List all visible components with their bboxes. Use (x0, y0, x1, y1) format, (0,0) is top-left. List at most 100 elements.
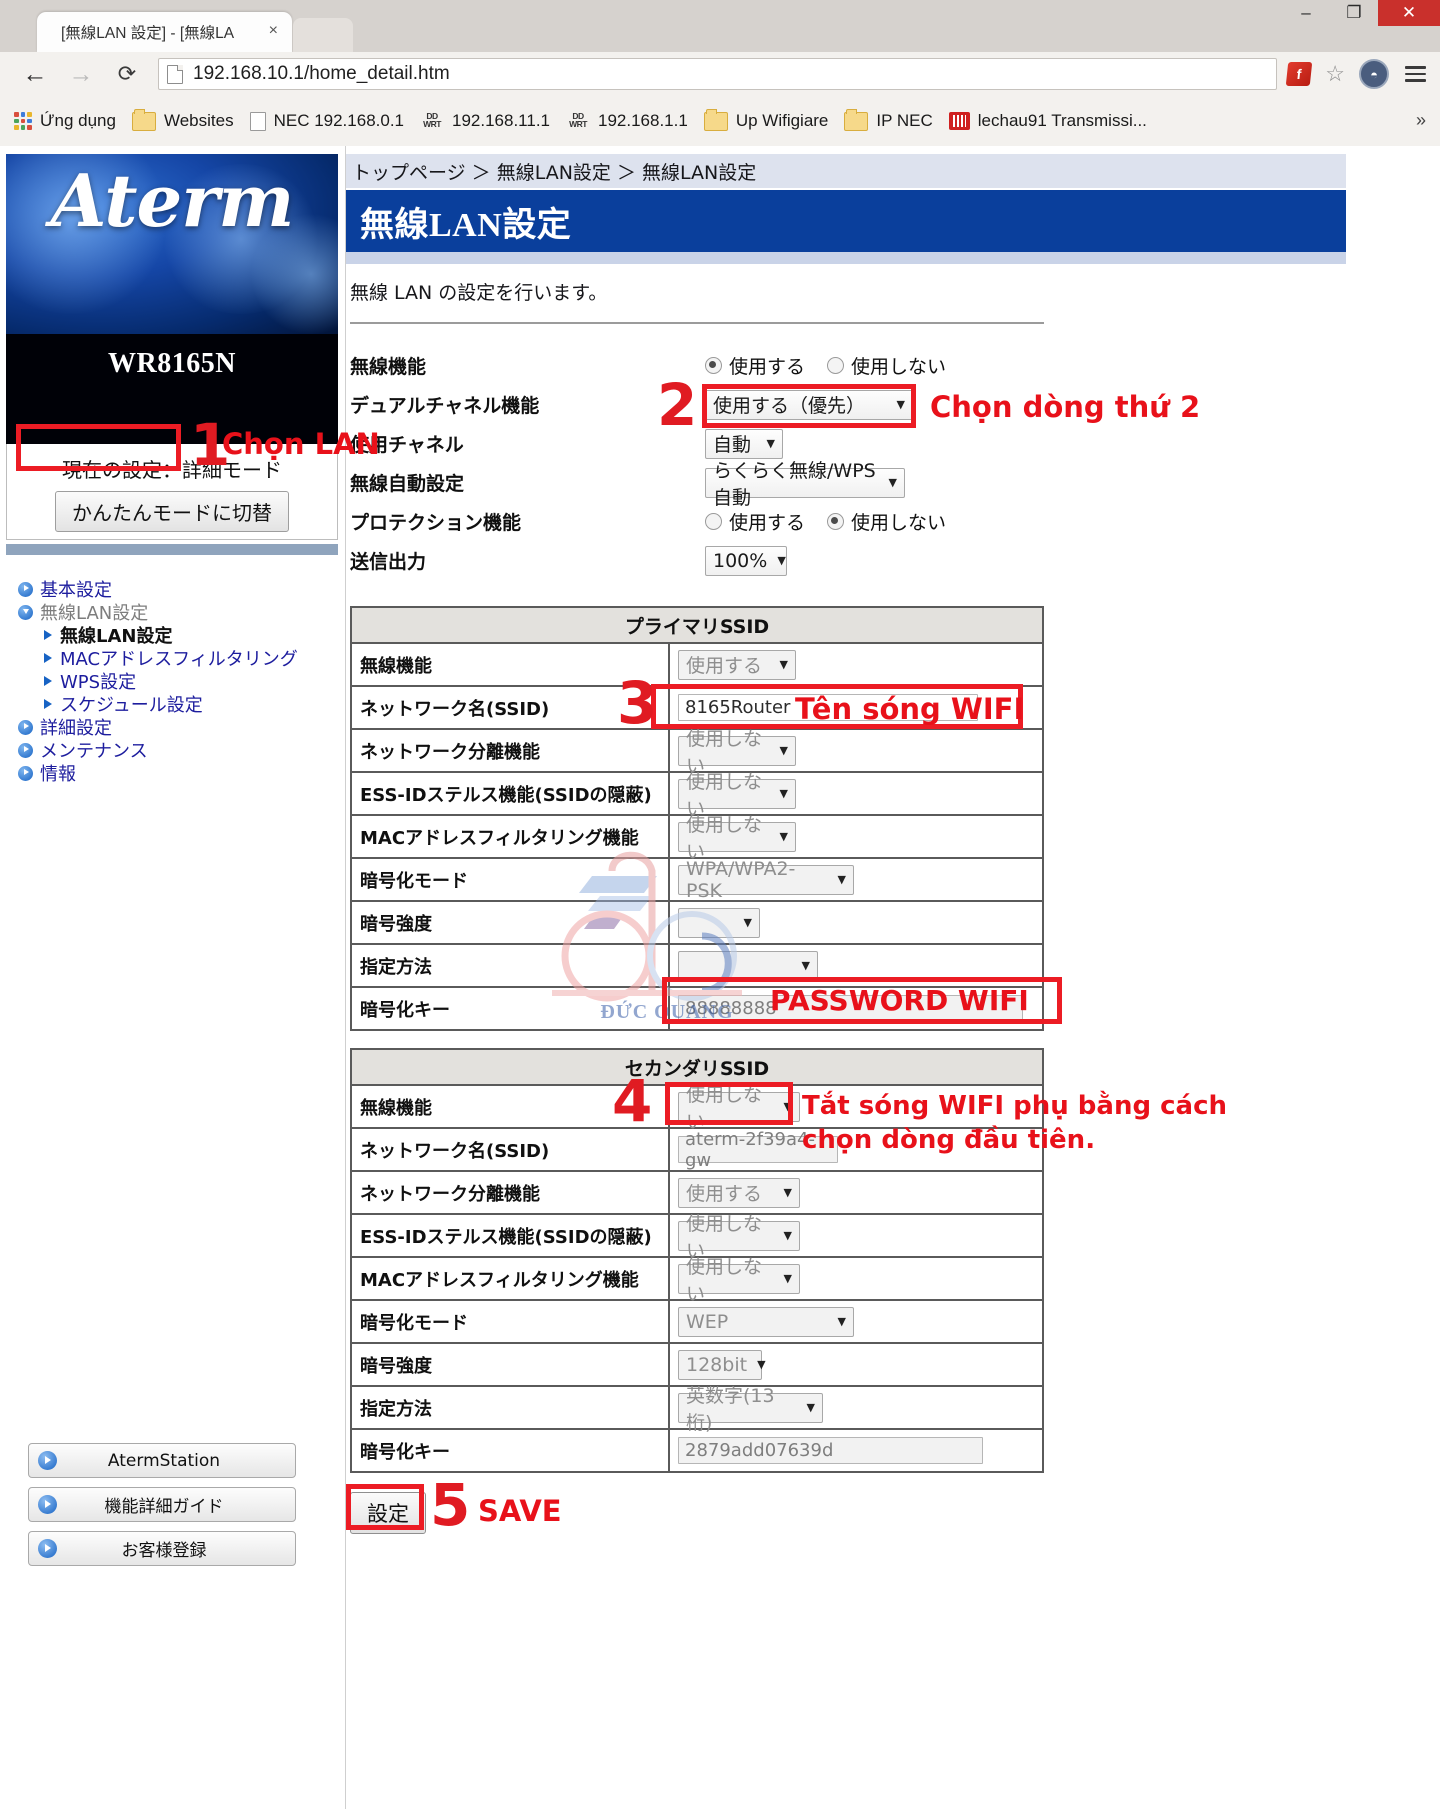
flash-icon[interactable]: f (1286, 62, 1313, 86)
table-row: 暗号化キー 2879add07639d (352, 1430, 1042, 1471)
new-tab-button[interactable] (293, 18, 353, 52)
secondary-encryption-mode-select[interactable]: WEP ▼ (678, 1306, 854, 1337)
bookmark-star-icon[interactable]: ☆ (1325, 61, 1345, 87)
setting-row-auto-setup: 無線自動設定 らくらく無線/WPS自動 ▼ (350, 460, 1250, 509)
row-control: 使用しない ▼ (670, 1213, 1042, 1262)
bookmark-label: Ứng dụng (40, 111, 116, 130)
auto-setup-select[interactable]: らくらく無線/WPS自動 ▼ (705, 460, 905, 509)
switch-mode-button[interactable]: かんたんモードに切替 (55, 491, 289, 532)
setting-row-wireless-function: 無線機能 使用する 使用しない (350, 346, 1250, 385)
bookmark-label: 192.168.11.1 (452, 111, 550, 130)
customer-registration-button[interactable]: お客様登録 (28, 1531, 296, 1566)
radio-not-use[interactable] (827, 357, 845, 374)
chevron-down-icon: ▼ (801, 959, 810, 972)
user-avatar-icon[interactable]: ◓ (1359, 59, 1389, 89)
primary-mac-filter-select[interactable]: 使用しない ▼ (678, 814, 796, 863)
radio-use[interactable] (705, 513, 722, 530)
primary-wireless-select[interactable]: 使用する ▼ (678, 649, 796, 680)
chevron-down-icon: ▼ (783, 1100, 792, 1113)
primary-stealth-select[interactable]: 使用しない ▼ (678, 771, 796, 820)
channel-select[interactable]: 自動 ▼ (705, 428, 783, 459)
bookmark-ddwrt-1[interactable]: DD WRT 192.168.1.1 (566, 111, 688, 131)
chevron-down-icon: ▼ (837, 1315, 846, 1328)
page-title-bar: 無線LAN設定 (346, 190, 1346, 252)
chevron-down-icon: ▼ (743, 916, 752, 929)
bookmark-websites[interactable]: Websites (131, 108, 234, 131)
row-label: ESS-IDステルス機能(SSIDの隠蔽) (352, 1215, 670, 1256)
primary-encryption-strength-select[interactable]: ▼ (678, 907, 760, 938)
secondary-encryption-strength-select[interactable]: 128bit ▼ (678, 1349, 766, 1380)
bookmark-up-wifigiare[interactable]: Up Wifigiare (703, 108, 828, 131)
secondary-encryption-key-input[interactable]: 2879add07639d (678, 1437, 983, 1464)
chevron-right-icon (18, 581, 33, 597)
save-button[interactable]: 設定 (350, 1492, 426, 1534)
secondary-mac-filter-select[interactable]: 使用しない ▼ (678, 1256, 800, 1305)
menu-icon[interactable] (1403, 64, 1428, 84)
select-value: らくらく無線/WPS自動 (713, 459, 876, 509)
sidebar-item-maintenance[interactable]: メンテナンス (18, 739, 348, 762)
minimize-button[interactable]: – (1282, 0, 1330, 26)
tab-close-icon[interactable]: × (269, 22, 278, 40)
sidebar-item-wireless-lan-group[interactable]: 無線LAN設定 (18, 601, 348, 624)
bookmark-ddwrt-11[interactable]: DD WRT 192.168.11.1 (420, 111, 550, 131)
close-button[interactable]: ✕ (1378, 0, 1440, 26)
browser-tab[interactable]: [無線LAN 設定] - [無線LA × (37, 12, 292, 52)
back-icon[interactable]: ← (12, 52, 58, 96)
radio-label-not-use: 使用しない (851, 512, 947, 534)
secondary-wireless-select[interactable]: 使用しない ▼ (678, 1084, 800, 1133)
primary-ssid-table: プライマリSSID 無線機能 使用する ▼ ネットワーク名(SSID) 8165… (350, 606, 1044, 1031)
sidebar-item-wps[interactable]: WPS設定 (18, 670, 348, 693)
bookmark-apps[interactable]: Ứng dụng (14, 111, 116, 131)
radio-use[interactable] (705, 357, 722, 374)
table-row: 無線機能 使用する ▼ (352, 644, 1042, 687)
chevron-down-icon: ▼ (779, 744, 788, 757)
row-label: ネットワーク分離機能 (352, 1172, 670, 1213)
chevron-down-icon: ▼ (779, 830, 788, 843)
aterm-station-button[interactable]: AtermStation (28, 1443, 296, 1478)
table-row: 暗号化モード WPA/WPA2-PSK ▼ (352, 858, 1042, 902)
forward-icon[interactable]: → (58, 52, 104, 96)
reload-icon[interactable]: ⟳ (104, 52, 150, 96)
toolbar-icons: f ☆ ◓ (1286, 59, 1440, 89)
bookmarks-overflow-icon[interactable]: » (1416, 110, 1426, 131)
sidebar-item-schedule[interactable]: スケジュール設定 (18, 693, 348, 716)
setting-control: 100% ▼ (705, 545, 787, 576)
setting-label: デュアルチャネル機能 (350, 395, 540, 417)
setting-label: 無線機能 (350, 356, 427, 378)
chevron-down-icon: ▼ (896, 398, 905, 411)
dual-channel-select[interactable]: 使用する（優先） ▼ (705, 389, 913, 420)
setting-control: 使用する 使用しない (705, 352, 968, 379)
primary-key-format-select[interactable]: ▼ (678, 950, 818, 981)
triangle-right-icon (44, 699, 52, 709)
primary-network-separation-select[interactable]: 使用しない ▼ (678, 728, 796, 777)
sidebar-item-wireless-lan-settings[interactable]: 無線LAN設定 (18, 624, 348, 647)
feature-guide-button[interactable]: 機能詳細ガイド (28, 1487, 296, 1522)
sidebar-item-advanced[interactable]: 詳細設定 (18, 716, 348, 739)
sidebar-item-basic-settings[interactable]: 基本設定 (18, 578, 348, 601)
radio-not-use[interactable] (827, 513, 845, 530)
secondary-network-separation-select[interactable]: 使用する ▼ (678, 1177, 800, 1208)
chevron-down-icon: ▼ (888, 476, 897, 489)
secondary-stealth-select[interactable]: 使用しない ▼ (678, 1213, 800, 1262)
bookmark-label: 192.168.1.1 (598, 111, 688, 130)
bookmark-transmission[interactable]: lechau91 Transmissi... (948, 111, 1147, 131)
maximize-button[interactable]: ❐ (1330, 0, 1378, 26)
select-value: 使用する (686, 655, 763, 677)
secondary-key-format-select[interactable]: 英数字(13 桁) ▼ (678, 1385, 823, 1434)
annotation-text-4-line1: Tắt sóng WIFI phụ bằng cách (802, 1091, 1228, 1121)
sidebar-item-information[interactable]: 情報 (18, 762, 348, 785)
address-bar[interactable]: 192.168.10.1/home_detail.htm (158, 58, 1278, 90)
breadcrumb: トップページ ＞ 無線LAN設定 ＞ 無線LAN設定 (346, 154, 1346, 188)
browser-toolbar: ← → ⟳ 192.168.10.1/home_detail.htm f ☆ ◓ (0, 52, 1440, 96)
primary-encryption-mode-select[interactable]: WPA/WPA2-PSK ▼ (678, 858, 854, 902)
sidebar-item-mac-filtering[interactable]: MACアドレスフィルタリング (18, 647, 348, 670)
bookmark-ip-nec[interactable]: IP NEC (844, 108, 933, 131)
row-label: MACアドレスフィルタリング機能 (352, 816, 670, 857)
save-row: 設定 (350, 1492, 426, 1534)
chevron-right-icon (18, 742, 33, 758)
table-row: 暗号化モード WEP ▼ (352, 1301, 1042, 1344)
page-description: 無線 LAN の設定を行います。 (350, 282, 608, 304)
bookmark-nec[interactable]: NEC 192.168.0.1 (249, 111, 404, 131)
tx-power-select[interactable]: 100% ▼ (705, 545, 787, 576)
table-row: 暗号強度 ▼ (352, 902, 1042, 945)
